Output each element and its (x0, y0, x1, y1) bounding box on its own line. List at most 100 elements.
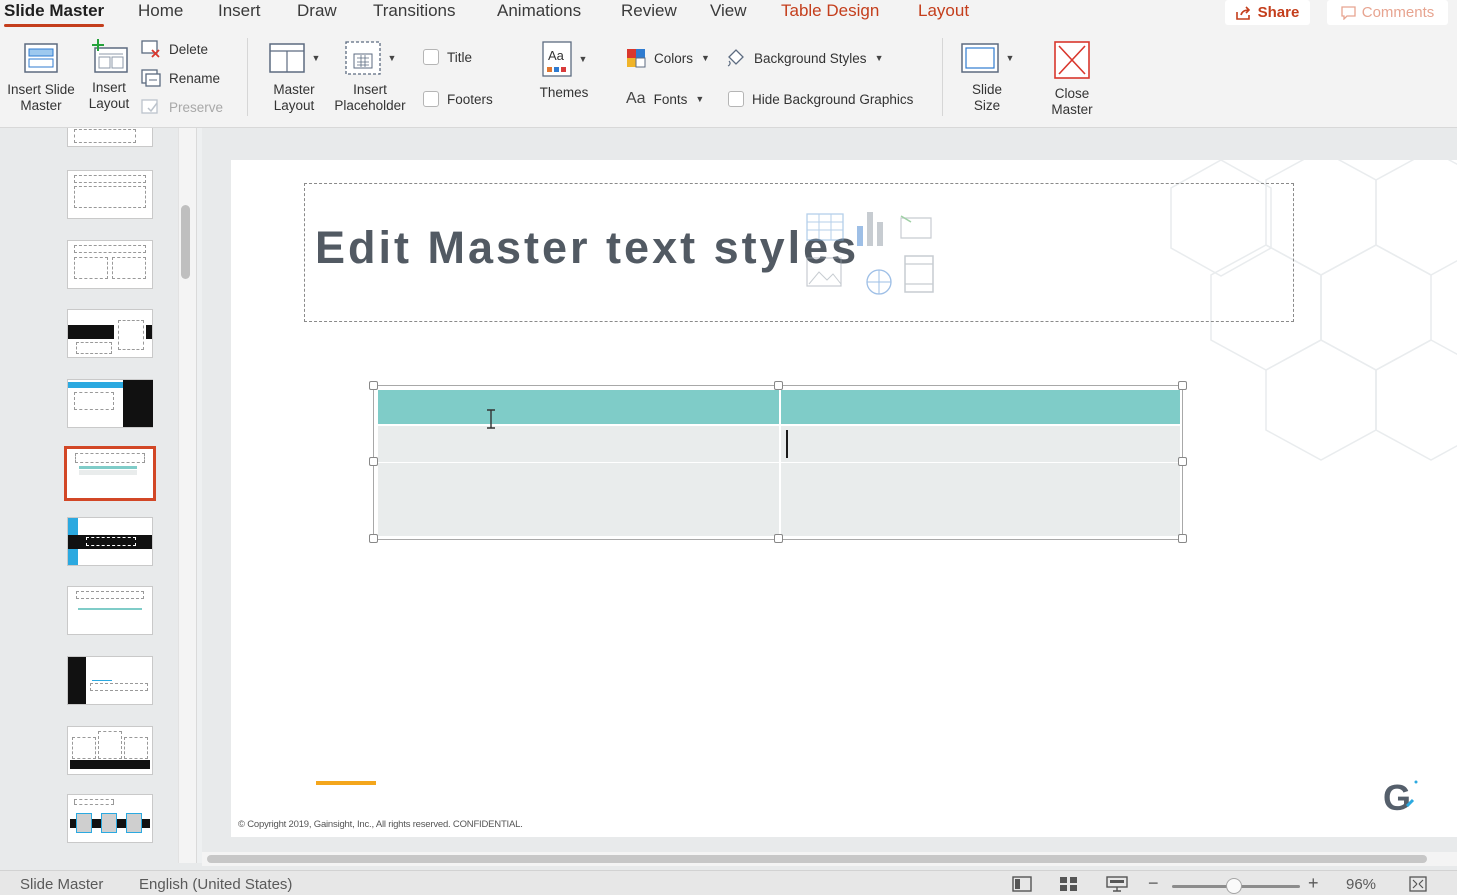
chevron-down-icon[interactable]: ▼ (388, 50, 397, 66)
ribbon-toolbar: Insert Slide Master Insert Layout Delete… (0, 30, 1457, 128)
preserve-button[interactable]: Preserve (141, 98, 223, 116)
tab-layout[interactable]: Layout (918, 1, 969, 21)
insert-placeholder-button[interactable]: ▼ Insert Placeholder (330, 40, 410, 114)
slide-title[interactable]: Edit Master text styles (315, 222, 859, 274)
ribbon-separator (942, 38, 943, 116)
insert-layout-button[interactable]: Insert Layout (84, 38, 134, 112)
i-beam-cursor-icon (487, 409, 495, 429)
tab-review[interactable]: Review (621, 1, 677, 21)
text-cursor (786, 430, 788, 458)
comments-button[interactable]: Comments (1327, 0, 1448, 25)
share-button[interactable]: Share (1225, 0, 1310, 25)
insert-slide-master-button[interactable]: Insert Slide Master (3, 42, 79, 114)
svg-text:G: G (1383, 777, 1411, 816)
layout-thumbnail[interactable] (67, 656, 153, 705)
preserve-label: Preserve (169, 99, 224, 115)
pane-splitter[interactable] (196, 128, 202, 863)
insert-content-icons[interactable] (805, 212, 945, 302)
comment-icon (1341, 5, 1356, 20)
layout-thumbnail-selected[interactable] (64, 446, 156, 501)
master-layout-icon (268, 43, 305, 73)
slide-size-button[interactable]: ▼ Slide Size (956, 42, 1018, 114)
rename-button[interactable]: Rename (141, 69, 220, 87)
insert-layout-label: Insert Layout (88, 80, 130, 111)
rename-label: Rename (169, 70, 221, 86)
thumbnail-scrollbar-thumb[interactable] (181, 205, 190, 279)
layout-thumbnail[interactable] (67, 240, 153, 289)
copyright-footer[interactable]: © Copyright 2019, Gainsight, Inc., All r… (238, 819, 523, 830)
layout-thumbnail[interactable] (67, 170, 153, 219)
resize-handle[interactable] (369, 381, 378, 390)
tab-transitions[interactable]: Transitions (373, 1, 456, 21)
title-checkbox[interactable] (423, 49, 439, 65)
layout-thumbnail[interactable] (67, 726, 153, 775)
zoom-in-button[interactable]: + (1308, 873, 1319, 894)
resize-handle[interactable] (1178, 457, 1187, 466)
tab-home[interactable]: Home (138, 1, 183, 21)
tab-slide-master[interactable]: Slide Master (4, 1, 105, 27)
normal-view-icon[interactable] (1012, 876, 1032, 892)
resize-handle[interactable] (774, 534, 783, 543)
slide-thumbnail-pane (0, 128, 196, 863)
status-bar: Slide Master English (United States) − +… (0, 870, 1457, 895)
background-styles-dropdown[interactable]: Background Styles ▼ (726, 48, 883, 68)
tab-animations[interactable]: Animations (497, 1, 581, 21)
placeholder-icon (344, 41, 381, 75)
gainsight-logo-icon: G (1383, 777, 1418, 816)
fit-to-window-icon[interactable] (1409, 876, 1427, 892)
tab-draw[interactable]: Draw (297, 1, 337, 21)
preserve-icon (141, 99, 158, 114)
accent-bar (316, 781, 376, 785)
ribbon-tab-bar: Slide Master Home Insert Draw Transition… (0, 0, 1457, 30)
resize-handle[interactable] (774, 381, 783, 390)
chevron-down-icon: ▼ (701, 53, 710, 63)
colors-dropdown[interactable]: Colors ▼ (626, 48, 710, 68)
fonts-label: Fonts (653, 91, 688, 107)
tab-insert[interactable]: Insert (218, 1, 261, 21)
themes-button[interactable]: Aa ▼ Themes (533, 40, 595, 101)
layout-thumbnail[interactable] (67, 128, 153, 147)
resize-handle[interactable] (1178, 534, 1187, 543)
resize-handle[interactable] (369, 457, 378, 466)
layout-thumbnail[interactable] (67, 586, 153, 635)
delete-button[interactable]: Delete (141, 40, 208, 58)
slide-sorter-icon[interactable] (1059, 876, 1079, 892)
insert-placeholder-label: Insert Placeholder (334, 82, 406, 113)
layout-thumbnail[interactable] (67, 309, 153, 358)
zoom-percentage[interactable]: 96% (1346, 876, 1376, 893)
master-layout-button[interactable]: ▼ Master Layout (264, 42, 324, 114)
tab-table-design[interactable]: Table Design (781, 1, 879, 21)
zoom-slider-knob[interactable] (1226, 878, 1242, 894)
themes-label: Themes (539, 85, 589, 100)
close-master-button[interactable]: Close Master (1044, 40, 1100, 118)
fonts-dropdown[interactable]: Aa Fonts ▼ (626, 90, 704, 108)
slide-canvas[interactable]: Edit Master text styles © Copyright 2019… (231, 160, 1457, 837)
layout-thumbnail[interactable] (67, 379, 153, 428)
chevron-down-icon[interactable]: ▼ (579, 51, 588, 67)
table-column-divider[interactable] (779, 390, 781, 536)
title-placeholder[interactable]: Edit Master text styles (304, 183, 1294, 322)
resize-handle[interactable] (369, 534, 378, 543)
tab-view[interactable]: View (710, 1, 747, 21)
canvas-scrollbar-thumb[interactable] (207, 855, 1427, 863)
color-palette-icon (627, 49, 646, 68)
layout-thumbnail[interactable] (67, 794, 153, 843)
resize-handle[interactable] (1178, 381, 1187, 390)
share-icon (1235, 5, 1250, 20)
hide-background-graphics-row[interactable]: Hide Background Graphics (728, 91, 913, 107)
footers-checkbox[interactable] (423, 91, 439, 107)
footers-checkbox-row[interactable]: Footers (423, 91, 493, 107)
zoom-out-button[interactable]: − (1148, 873, 1159, 894)
title-checkbox-row[interactable]: Title (423, 49, 472, 65)
chevron-down-icon: ▼ (874, 53, 884, 63)
chevron-down-icon: ▼ (695, 94, 705, 104)
chevron-down-icon[interactable]: ▼ (312, 50, 321, 66)
layout-thumbnail[interactable] (67, 517, 153, 566)
presenter-view-icon[interactable] (1106, 876, 1128, 892)
status-language[interactable]: English (United States) (139, 876, 292, 893)
slide-master-icon (24, 43, 58, 73)
themes-icon: Aa (541, 41, 572, 77)
chevron-down-icon[interactable]: ▼ (1006, 50, 1015, 66)
hide-background-graphics-checkbox[interactable] (728, 91, 744, 107)
share-label: Share (1257, 4, 1300, 21)
